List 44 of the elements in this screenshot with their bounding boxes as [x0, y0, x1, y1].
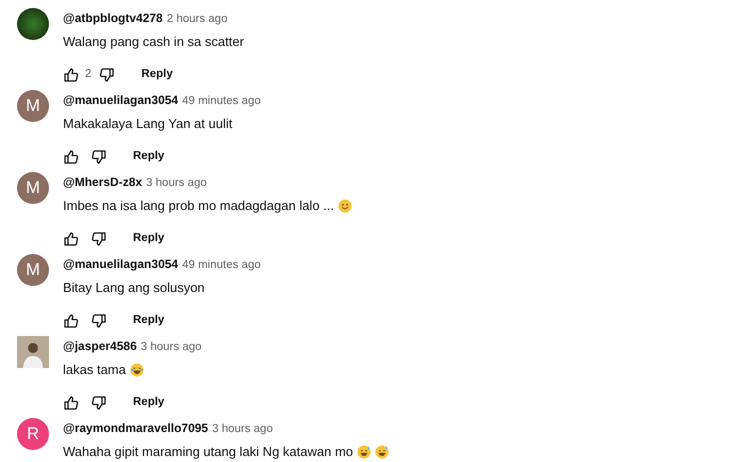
avatar-photo-placeholder — [17, 8, 49, 40]
reply-button[interactable]: Reply — [133, 312, 164, 330]
like-icon[interactable] — [63, 66, 79, 83]
reply-button[interactable]: Reply — [133, 148, 164, 166]
like-icon[interactable] — [63, 394, 79, 411]
dislike-icon[interactable] — [91, 394, 107, 411]
laughing-face-icon — [130, 363, 144, 377]
reply-button[interactable]: Reply — [141, 66, 173, 84]
like-icon[interactable] — [63, 148, 79, 165]
timestamp[interactable]: 3 hours ago — [146, 177, 207, 189]
timestamp[interactable]: 3 hours ago — [140, 341, 202, 353]
comment-text: Bitay Lang ang solusyon — [63, 279, 205, 298]
avatar-photo-placeholder — [17, 336, 49, 368]
avatar-icon: R — [17, 418, 49, 450]
dislike-icon[interactable] — [91, 230, 107, 247]
timestamp[interactable]: 49 minutes ago — [182, 259, 261, 271]
like-icon[interactable] — [63, 312, 79, 329]
reply-button[interactable]: Reply — [133, 394, 164, 412]
author-name[interactable]: @manuelilagan3054 — [63, 93, 178, 107]
author-name[interactable]: @raymondmaravello7095 — [63, 421, 208, 435]
like-icon[interactable] — [63, 230, 79, 247]
avatar-icon: M — [17, 254, 49, 286]
dislike-icon[interactable] — [99, 66, 116, 83]
comment-text: Imbes na isa lang prob mo madagdagan lalo ... — [63, 197, 334, 216]
dislike-icon[interactable] — [91, 148, 107, 165]
comment-text: Makakalaya Lang Yan at uulit — [63, 115, 232, 134]
timestamp[interactable]: 3 hours ago — [212, 423, 273, 435]
author-name[interactable]: @atbpblogtv4278 — [63, 11, 163, 25]
grinning-sweat-face-icon — [357, 445, 371, 459]
comment-text: Wahaha gipit maraming utang laki Ng katawan mo — [63, 443, 353, 462]
avatar-icon: M — [17, 172, 49, 204]
dislike-icon[interactable] — [91, 312, 107, 329]
timestamp[interactable]: 49 minutes ago — [182, 95, 261, 107]
comment-text: lakas tama — [63, 361, 126, 380]
smiling-face-icon — [338, 199, 352, 213]
author-name[interactable]: @manuelilagan3054 — [63, 257, 178, 271]
avatar-icon: M — [17, 90, 49, 122]
author-name[interactable]: @jasper4586 — [63, 339, 137, 353]
comment-text: Walang pang cash in sa scatter — [63, 33, 244, 52]
author-name[interactable]: @MhersD-z8x — [63, 175, 142, 189]
like-count: 2 — [85, 67, 92, 82]
grinning-sweat-face-icon — [375, 445, 389, 459]
timestamp[interactable]: 2 hours ago — [166, 13, 228, 25]
reply-button[interactable]: Reply — [133, 230, 164, 248]
